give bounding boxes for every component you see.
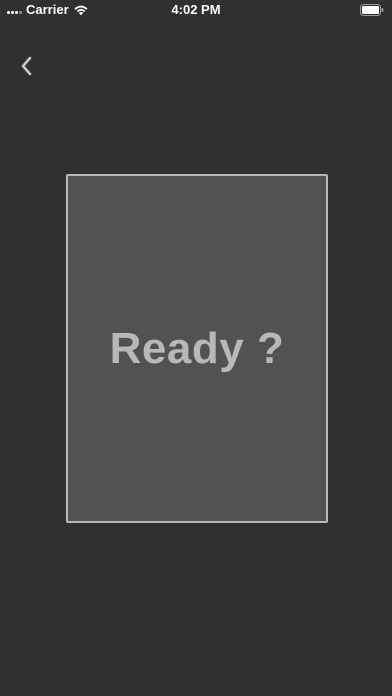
status-bar: Carrier 4:02 PM	[0, 0, 392, 20]
back-button[interactable]	[12, 52, 40, 80]
battery-icon	[360, 4, 384, 16]
status-time: 4:02 PM	[171, 2, 221, 17]
ready-card[interactable]: Ready ?	[66, 174, 328, 523]
ready-label: Ready ?	[109, 323, 285, 373]
chevron-left-icon	[21, 56, 32, 76]
